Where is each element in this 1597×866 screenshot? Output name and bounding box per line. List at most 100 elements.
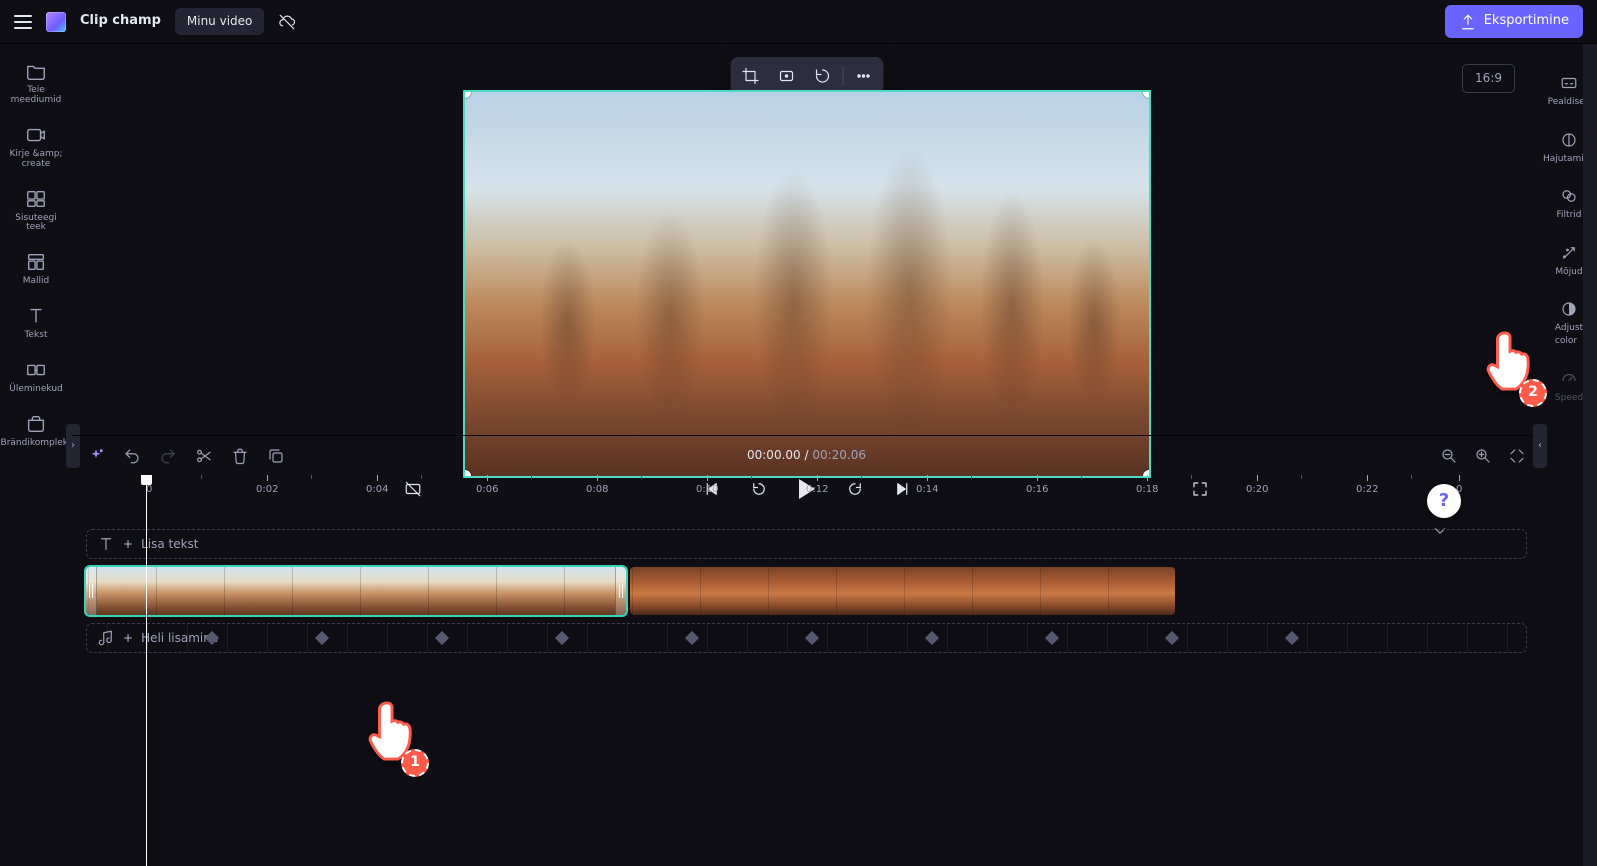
zoom-out-icon xyxy=(1440,447,1458,465)
duplicate-button[interactable] xyxy=(266,446,286,466)
right-item-speed[interactable]: Speed xyxy=(1553,360,1585,415)
ruler-tick: 0:18 xyxy=(1136,475,1158,497)
sidebar-item-templates[interactable]: Mallid xyxy=(0,243,72,295)
ruler-tick: 0:06 xyxy=(476,475,498,497)
zoom-fit-button[interactable] xyxy=(1507,446,1527,466)
undo-button[interactable] xyxy=(122,446,142,466)
crop-icon xyxy=(741,67,759,85)
ruler-tick: 0:04 xyxy=(366,475,388,497)
ruler-tick: 0:14 xyxy=(916,475,938,497)
sidebar-item-label: Üleminekud xyxy=(9,385,63,395)
ruler-tick: 0:08 xyxy=(586,475,608,497)
sidebar-item-label: Kirje &amp; create xyxy=(9,150,62,170)
zoom-in-icon xyxy=(1474,447,1492,465)
app-name: Clip champ xyxy=(80,12,161,30)
zoom-in-button[interactable] xyxy=(1473,446,1493,466)
ruler-tick: 0:10 xyxy=(696,475,718,497)
filters-icon xyxy=(1560,187,1578,205)
left-sidebar: Teie meediumid Kirje &amp; create Sisute… xyxy=(0,44,72,866)
right-item-adjust-color[interactable]: Adjust color xyxy=(1553,290,1585,357)
transitions-icon xyxy=(25,359,47,381)
zoom-out-button[interactable] xyxy=(1439,446,1459,466)
timeline-toolbar: 00:00.00 / 00:20.06 xyxy=(72,435,1541,475)
timeline[interactable]: 0 0:02 0:04 0:06 0:08 0:10 0:12 0:14 0:1… xyxy=(72,475,1541,866)
redo-icon xyxy=(159,447,177,465)
copy-icon xyxy=(267,447,285,465)
text-track[interactable]: + Lisa tekst xyxy=(86,529,1527,559)
fit-button[interactable] xyxy=(770,61,802,91)
text-icon xyxy=(97,535,115,553)
captions-icon xyxy=(1560,74,1578,92)
ruler-tick: 0:16 xyxy=(1026,475,1048,497)
trash-icon xyxy=(231,447,249,465)
app-logo xyxy=(46,12,66,32)
right-item-label: Filtrid xyxy=(1557,209,1582,222)
timecode-current: 00:00.00 xyxy=(747,448,801,462)
stage-more-button[interactable] xyxy=(847,61,879,91)
preview-canvas[interactable] xyxy=(463,90,1151,478)
sidebar-item-label: Sisuteegi teek xyxy=(15,214,56,234)
audio-track[interactable]: + Heli lisamine xyxy=(86,623,1527,653)
upload-icon xyxy=(1459,13,1477,31)
timeline-ruler[interactable]: 0 0:02 0:04 0:06 0:08 0:10 0:12 0:14 0:1… xyxy=(72,475,1541,501)
brand-kit-icon xyxy=(25,413,47,435)
adjust-color-icon xyxy=(1560,300,1578,318)
resize-handle-tl[interactable] xyxy=(463,90,471,98)
menu-button[interactable] xyxy=(14,15,32,29)
project-title-chip[interactable]: Minu video xyxy=(175,8,265,35)
text-icon xyxy=(25,305,47,327)
redo-button[interactable] xyxy=(158,446,178,466)
ruler-tick: 0:20 xyxy=(1246,475,1268,497)
sidebar-item-record-create[interactable]: Kirje &amp; create xyxy=(0,116,72,178)
more-icon xyxy=(854,67,872,85)
window-scrollbar[interactable] xyxy=(1583,44,1597,866)
pip-button[interactable] xyxy=(806,61,838,91)
zoom-fit-icon xyxy=(1508,447,1526,465)
playhead[interactable] xyxy=(146,475,147,866)
right-item-label: Speed xyxy=(1555,392,1583,405)
right-sidebar-collapse[interactable]: ‹ xyxy=(1533,424,1547,468)
video-track[interactable] xyxy=(86,567,1527,615)
folder-icon xyxy=(25,60,47,82)
fade-icon xyxy=(1560,131,1578,149)
sparkle-icon xyxy=(87,447,105,465)
text-track-hint: Lisa tekst xyxy=(141,536,198,553)
right-item-effects[interactable]: Mõjud xyxy=(1553,234,1584,289)
sidebar-item-your-media[interactable]: Teie meediumid xyxy=(0,52,72,114)
speed-icon xyxy=(1560,370,1578,388)
pip-icon xyxy=(813,67,831,85)
resize-handle-tr[interactable] xyxy=(1143,90,1151,98)
cloud-sync-off-icon xyxy=(278,13,296,31)
sidebar-item-label: Tekst xyxy=(25,331,48,341)
export-button-label: Eksportimine xyxy=(1484,12,1569,30)
crop-button[interactable] xyxy=(734,61,766,91)
sidebar-item-label: Mallid xyxy=(23,277,50,287)
sidebar-item-transitions[interactable]: Üleminekud xyxy=(0,351,72,403)
ruler-tick: 0:02 xyxy=(256,475,278,497)
scissors-icon xyxy=(195,447,213,465)
right-item-label: Mõjud xyxy=(1555,266,1582,279)
sidebar-item-brand-kit[interactable]: Brändikomplekt xyxy=(0,405,72,457)
aspect-ratio-button[interactable]: 16:9 xyxy=(1462,64,1515,93)
export-button[interactable]: Eksportimine xyxy=(1445,5,1583,37)
fit-icon xyxy=(777,67,795,85)
video-clip-1[interactable] xyxy=(86,567,626,615)
undo-icon xyxy=(123,447,141,465)
split-button[interactable] xyxy=(194,446,214,466)
templates-icon xyxy=(25,251,47,273)
delete-button[interactable] xyxy=(230,446,250,466)
right-item-filters[interactable]: Filtrid xyxy=(1555,177,1584,232)
camera-icon xyxy=(25,124,47,146)
ruler-tick: 0:22 xyxy=(1356,475,1378,497)
ruler-tick: 0 xyxy=(1456,475,1462,497)
right-item-label: Adjust color xyxy=(1555,322,1583,347)
ruler-tick: 0:12 xyxy=(806,475,828,497)
ai-button[interactable] xyxy=(86,446,106,466)
effects-icon xyxy=(1560,244,1578,262)
sidebar-item-text[interactable]: Tekst xyxy=(0,297,72,349)
sidebar-item-content-library[interactable]: Sisuteegi teek xyxy=(0,180,72,242)
video-clip-2[interactable] xyxy=(630,567,1175,615)
timecode-display: 00:00.00 / 00:20.06 xyxy=(747,447,866,464)
music-icon xyxy=(97,629,115,647)
timecode-duration: 00:20.06 xyxy=(812,448,866,462)
